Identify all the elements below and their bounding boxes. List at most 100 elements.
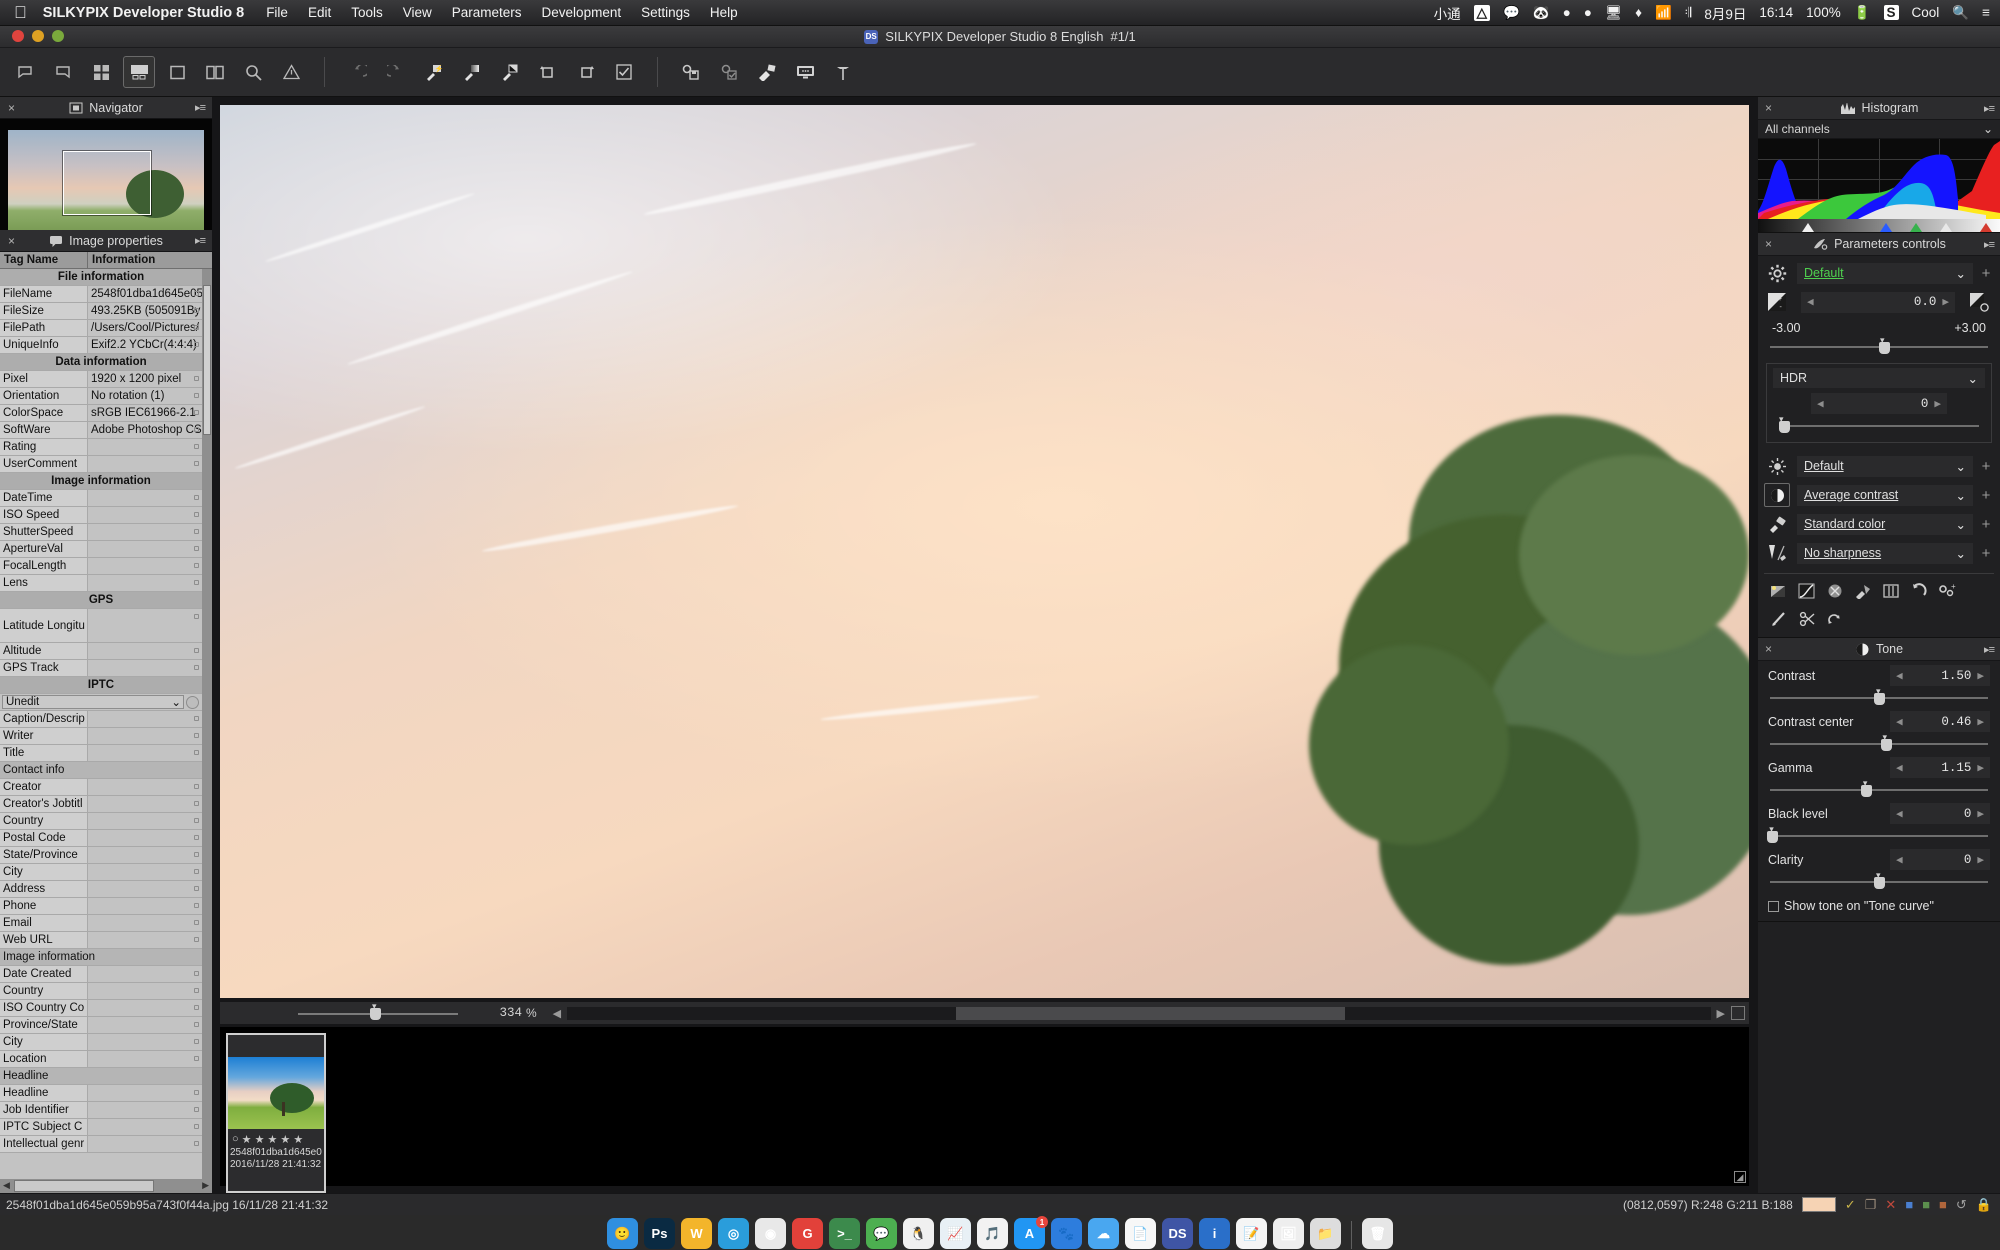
spotlight-search-icon[interactable]: 🔍 (1952, 5, 1969, 21)
table-row[interactable]: Altitude (0, 643, 202, 660)
numbers-icon[interactable]: 📈 (940, 1218, 971, 1249)
delete-icon[interactable]: ✕ (1885, 1197, 1896, 1213)
property-value[interactable] (88, 1119, 202, 1135)
zoom-value[interactable]: 334 (458, 1006, 524, 1020)
value-edit-dot[interactable] (194, 1124, 199, 1129)
property-value[interactable] (88, 1034, 202, 1050)
add-sharpness-button[interactable]: + (1980, 545, 1992, 562)
slider-knob[interactable] (1874, 877, 1885, 889)
tone-slider[interactable]: ▾ (1770, 781, 1988, 799)
increment-arrow[interactable]: ▶ (1977, 853, 1984, 867)
table-row[interactable]: GPS Track (0, 660, 202, 677)
value-edit-dot[interactable] (194, 563, 199, 568)
menu-file[interactable]: File (266, 5, 288, 20)
chevron-down-icon[interactable]: ⌄ (1956, 266, 1966, 281)
table-row[interactable]: UserComment (0, 456, 202, 473)
property-value[interactable] (88, 915, 202, 931)
scrollbar-thumb-h[interactable] (14, 1180, 154, 1192)
table-row[interactable]: UniqueInfoExif2.2 YCbCr(4:4:4) (0, 337, 202, 354)
value-edit-dot[interactable] (194, 291, 199, 296)
photoshop-icon[interactable]: Ps (644, 1218, 675, 1249)
table-row[interactable]: Rating (0, 439, 202, 456)
snagit-icon[interactable]: S (1884, 5, 1899, 20)
close-icon[interactable]: × (8, 234, 15, 248)
taste-paste-3-icon[interactable] (494, 56, 526, 88)
taste-preset-dropdown[interactable]: Default ⌄ (1797, 263, 1973, 284)
table-row[interactable]: SoftWareAdobe Photoshop CS (0, 422, 202, 439)
thumbnail-view-icon[interactable] (85, 56, 117, 88)
value-edit-dot[interactable] (194, 1005, 199, 1010)
value-edit-dot[interactable] (194, 988, 199, 993)
property-value[interactable] (88, 864, 202, 880)
value-edit-dot[interactable] (194, 801, 199, 806)
property-value[interactable]: 1920 x 1200 pixel (88, 371, 202, 387)
chevron-down-icon[interactable]: ⌄ (1956, 488, 1966, 503)
panel-menu-icon[interactable]: ▸≡ (1984, 643, 1994, 656)
preview-icon[interactable]: 🖼 (1273, 1218, 1304, 1249)
zoom-decrease-arrow[interactable]: ◀ (553, 1007, 561, 1020)
property-value[interactable]: 493.25KB (505091By (88, 303, 202, 319)
tone-slider-spinbox[interactable]: ◀0.46▶ (1890, 711, 1990, 732)
property-value[interactable] (88, 575, 202, 591)
value-edit-dot[interactable] (194, 835, 199, 840)
horizontal-image-scrollbar[interactable] (567, 1007, 1710, 1020)
value-edit-dot[interactable] (194, 529, 199, 534)
panel-menu-icon[interactable]: ▸≡ (195, 101, 205, 114)
hdr-spinbox[interactable]: ◀ 0 ▶ (1811, 393, 1947, 414)
column-header-tag-name[interactable]: Tag Name (0, 252, 88, 268)
add-color-button[interactable]: + (1980, 516, 1992, 533)
menu-tools[interactable]: Tools (351, 5, 383, 20)
table-row[interactable]: Email (0, 915, 202, 932)
menu-parameters[interactable]: Parameters (452, 5, 522, 20)
terminal-icon[interactable]: >_ (829, 1218, 860, 1249)
table-row[interactable]: Intellectual genr (0, 1136, 202, 1153)
red-tag-icon[interactable]: ■ (1939, 1197, 1947, 1212)
wifi-icon[interactable]: 📶 (1655, 5, 1672, 21)
table-row[interactable]: Date Created (0, 966, 202, 983)
value-edit-dot[interactable] (194, 937, 199, 942)
chevron-down-icon[interactable]: ⌄ (1956, 546, 1966, 561)
wechat-icon[interactable]: 💬 (1503, 5, 1520, 21)
table-row[interactable]: FocalLength (0, 558, 202, 575)
color-preset-dropdown[interactable]: Standard color ⌄ (1797, 514, 1973, 535)
develop-icon[interactable] (751, 56, 783, 88)
rotate-icon[interactable] (1906, 580, 1931, 602)
show-tone-checkbox[interactable] (1768, 901, 1779, 912)
copy-icon[interactable]: ❐ (1865, 1197, 1877, 1213)
fit-to-window-icon[interactable] (1731, 1006, 1745, 1020)
bluetooth-icon[interactable]: 𝄇 (1685, 5, 1692, 21)
property-value[interactable] (88, 660, 202, 676)
next-image-icon[interactable] (47, 56, 79, 88)
rating-stars[interactable]: ○ ★ ★ ★ ★ ★ (228, 1131, 324, 1147)
magnifier-icon[interactable] (237, 56, 269, 88)
green-tag-icon[interactable]: ■ (1922, 1197, 1930, 1212)
value-edit-dot[interactable] (194, 376, 199, 381)
trash-icon[interactable]: 🗑 (1362, 1218, 1393, 1249)
blue-marker[interactable] (1880, 223, 1892, 232)
exposure-slider[interactable]: ▾ (1770, 338, 1988, 356)
wechat-icon[interactable]: 💬 (866, 1218, 897, 1249)
increment-arrow[interactable]: ▶ (1942, 295, 1949, 309)
rating-empty-mark[interactable]: ○ (232, 1133, 239, 1145)
property-value[interactable] (88, 1051, 202, 1067)
property-value[interactable] (88, 1085, 202, 1101)
table-row[interactable]: ApertureVal (0, 541, 202, 558)
increment-arrow[interactable]: ▶ (1977, 807, 1984, 821)
property-value[interactable] (88, 813, 202, 829)
hammer-icon[interactable] (827, 56, 859, 88)
property-value[interactable] (88, 1017, 202, 1033)
decrement-arrow[interactable]: ◀ (1807, 295, 1814, 309)
value-edit-dot[interactable] (194, 495, 199, 500)
value-edit-dot[interactable] (194, 1056, 199, 1061)
value-edit-dot[interactable] (194, 869, 199, 874)
panel-menu-icon[interactable]: ▸≡ (1984, 238, 1994, 251)
decrement-arrow[interactable]: ◀ (1817, 397, 1824, 411)
table-row[interactable]: FileSize493.25KB (505091By (0, 303, 202, 320)
value-edit-dot[interactable] (194, 580, 199, 585)
preview-view-icon[interactable] (161, 56, 193, 88)
blue-tag-icon[interactable]: ■ (1905, 1197, 1913, 1212)
qq2-icon[interactable]: ● (1584, 5, 1592, 20)
property-value[interactable]: /Users/Cool/Pictures/ (88, 320, 202, 336)
baidu-icon[interactable]: 🐾 (1051, 1218, 1082, 1249)
slider-knob[interactable] (1881, 739, 1892, 751)
